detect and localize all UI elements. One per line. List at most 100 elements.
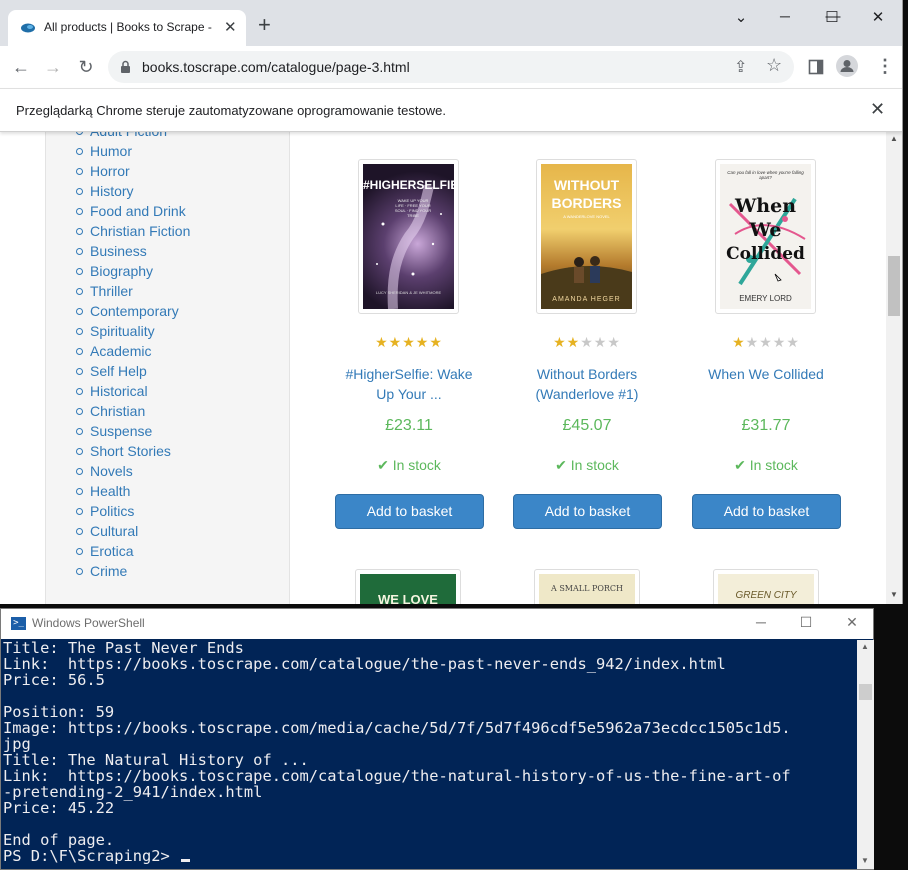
- book-title-link[interactable]: When We Collided: [691, 364, 841, 384]
- browser-toolbar: ← → ↻ books.toscrape.com/catalogue/page-…: [0, 46, 902, 88]
- cover-title-line: BORDERS: [551, 195, 622, 211]
- page-scrollbar[interactable]: ▲ ▼: [886, 132, 902, 604]
- new-tab-button[interactable]: +: [258, 14, 271, 36]
- star-empty-icon: ★: [745, 334, 760, 350]
- category-link[interactable]: Christian Fiction: [75, 224, 190, 244]
- forward-icon[interactable]: →: [42, 56, 64, 78]
- tab-close-icon[interactable]: ✕: [224, 18, 237, 36]
- book-title-line[interactable]: When We Collided: [691, 364, 841, 384]
- cover-title: WITHOUT BORDERS: [541, 176, 632, 212]
- category-link[interactable]: Health: [75, 484, 190, 504]
- console-line: Link: https://books.toscrape.com/catalog…: [3, 655, 726, 673]
- maximize-icon[interactable]: ☐: [817, 8, 847, 28]
- cover-title-line: When: [734, 195, 797, 217]
- scroll-down-icon[interactable]: ▼: [861, 856, 869, 865]
- menu-kebab-icon[interactable]: ⋮: [876, 56, 894, 77]
- category-link[interactable]: Cultural: [75, 524, 190, 544]
- add-to-basket-button[interactable]: Add to basket: [335, 494, 484, 529]
- category-link[interactable]: Short Stories: [75, 444, 190, 464]
- maximize-icon[interactable]: ☐: [791, 614, 821, 631]
- category-link[interactable]: Humor: [75, 144, 190, 164]
- book-title-line[interactable]: Up Your ...: [334, 384, 484, 404]
- star-empty-icon: ★: [759, 334, 773, 350]
- side-panel-icon[interactable]: [808, 59, 824, 75]
- book-title-line[interactable]: (Wanderlove #1): [512, 384, 662, 404]
- console-prompt[interactable]: PS D:\F\Scraping2>: [3, 848, 855, 864]
- console-line: Price: 45.22: [3, 799, 115, 817]
- star-empty-icon: ★: [593, 334, 608, 350]
- category-link[interactable]: Novels: [75, 464, 190, 484]
- close-window-icon[interactable]: ✕: [837, 614, 867, 631]
- minimize-icon[interactable]: ─: [770, 8, 800, 28]
- console-line: Title: The Natural History of ...: [3, 751, 309, 769]
- category-link[interactable]: Crime: [75, 564, 190, 584]
- cover-title-line: Collided: [726, 244, 805, 264]
- close-window-icon[interactable]: ✕: [863, 8, 893, 28]
- infobar-close-icon[interactable]: ✕: [870, 99, 885, 120]
- star-filled-icon: ★: [566, 334, 581, 350]
- console-output[interactable]: Title: The Past Never Ends Link: https://…: [3, 640, 855, 866]
- address-bar[interactable]: books.toscrape.com/catalogue/page-3.html…: [108, 51, 794, 83]
- category-link[interactable]: Academic: [75, 344, 190, 364]
- category-link[interactable]: Suspense: [75, 424, 190, 444]
- back-icon[interactable]: ←: [10, 56, 32, 78]
- book-title-link[interactable]: Without Borders (Wanderlove #1): [512, 364, 662, 404]
- book-price: £23.11: [385, 417, 433, 434]
- book-price: £31.77: [741, 417, 791, 434]
- category-link[interactable]: Biography: [75, 264, 190, 284]
- availability-text: In stock: [570, 457, 619, 473]
- scroll-up-icon[interactable]: ▲: [890, 134, 898, 143]
- powershell-icon: >_: [11, 617, 26, 630]
- book-cover[interactable]: WE LOVE: [355, 569, 461, 604]
- availability: ✔ In stock: [334, 457, 484, 474]
- category-link[interactable]: Self Help: [75, 364, 190, 384]
- book-title-line[interactable]: #HigherSelfie: Wake: [334, 364, 484, 384]
- browser-tab[interactable]: All products | Books to Scrape - ✕: [8, 10, 246, 46]
- category-link[interactable]: Christian: [75, 404, 190, 424]
- console-scrollbar[interactable]: ▲ ▼: [857, 640, 874, 869]
- share-icon[interactable]: ⇪: [734, 57, 747, 77]
- tab-search-icon[interactable]: ⌄: [726, 8, 756, 28]
- star-empty-icon: ★: [607, 334, 621, 350]
- book-cover[interactable]: Can you fall in love when you're falling…: [715, 159, 816, 314]
- star-filled-icon: ★: [553, 334, 567, 350]
- book-cover[interactable]: #HIGHERSELFIE WAKE UP YOUR LIFE · FREE Y…: [358, 159, 459, 314]
- book-cover[interactable]: WITHOUT BORDERS A WANDERLOVE NOVEL AMAND…: [536, 159, 637, 314]
- reload-icon[interactable]: ↻: [75, 56, 97, 78]
- book-title-line[interactable]: Without Borders: [512, 364, 662, 384]
- cover-title-line: We: [749, 219, 782, 241]
- console-line: End of page.: [3, 831, 115, 849]
- category-link[interactable]: Food and Drink: [75, 204, 190, 224]
- minimize-icon[interactable]: ─: [746, 614, 776, 630]
- book-cover[interactable]: GREEN CITY: [713, 569, 819, 604]
- scrollbar-thumb[interactable]: [859, 684, 872, 700]
- category-link[interactable]: Thriller: [75, 284, 190, 304]
- category-link[interactable]: Contemporary: [75, 304, 190, 324]
- scroll-up-icon[interactable]: ▲: [861, 642, 869, 651]
- category-link[interactable]: Politics: [75, 504, 190, 524]
- profile-avatar-icon[interactable]: [836, 55, 858, 77]
- site-favicon-icon: [21, 23, 35, 33]
- star-rating: ★★★★★: [512, 334, 662, 351]
- category-link[interactable]: Horror: [75, 164, 190, 184]
- bookmark-star-icon[interactable]: ☆: [766, 55, 782, 76]
- book-cover[interactable]: A SMALL PORCH: [534, 569, 640, 604]
- category-link[interactable]: Historical: [75, 384, 190, 404]
- category-link[interactable]: Spirituality: [75, 324, 190, 344]
- automation-infobar: Przeglądarką Chrome steruje zautomatyzow…: [0, 88, 902, 132]
- cover-subtitle: WAKE UP YOUR LIFE · FREE YOUR SOUL · FIN…: [394, 198, 432, 218]
- book-title-link[interactable]: #HigherSelfie: Wake Up Your ...: [334, 364, 484, 404]
- cover-title: GREEN CITY: [718, 574, 814, 604]
- category-link[interactable]: Erotica: [75, 544, 190, 564]
- add-to-basket-button[interactable]: Add to basket: [692, 494, 841, 529]
- cover-title-line: WITHOUT: [553, 177, 620, 193]
- scrollbar-thumb[interactable]: [888, 256, 900, 316]
- star-filled-icon: ★: [375, 334, 389, 350]
- star-rating: ★★★★★: [334, 334, 484, 351]
- category-link[interactable]: History: [75, 184, 190, 204]
- availability-text: In stock: [392, 457, 441, 473]
- add-to-basket-button[interactable]: Add to basket: [513, 494, 662, 529]
- category-link[interactable]: Business: [75, 244, 190, 264]
- scroll-down-icon[interactable]: ▼: [890, 590, 898, 599]
